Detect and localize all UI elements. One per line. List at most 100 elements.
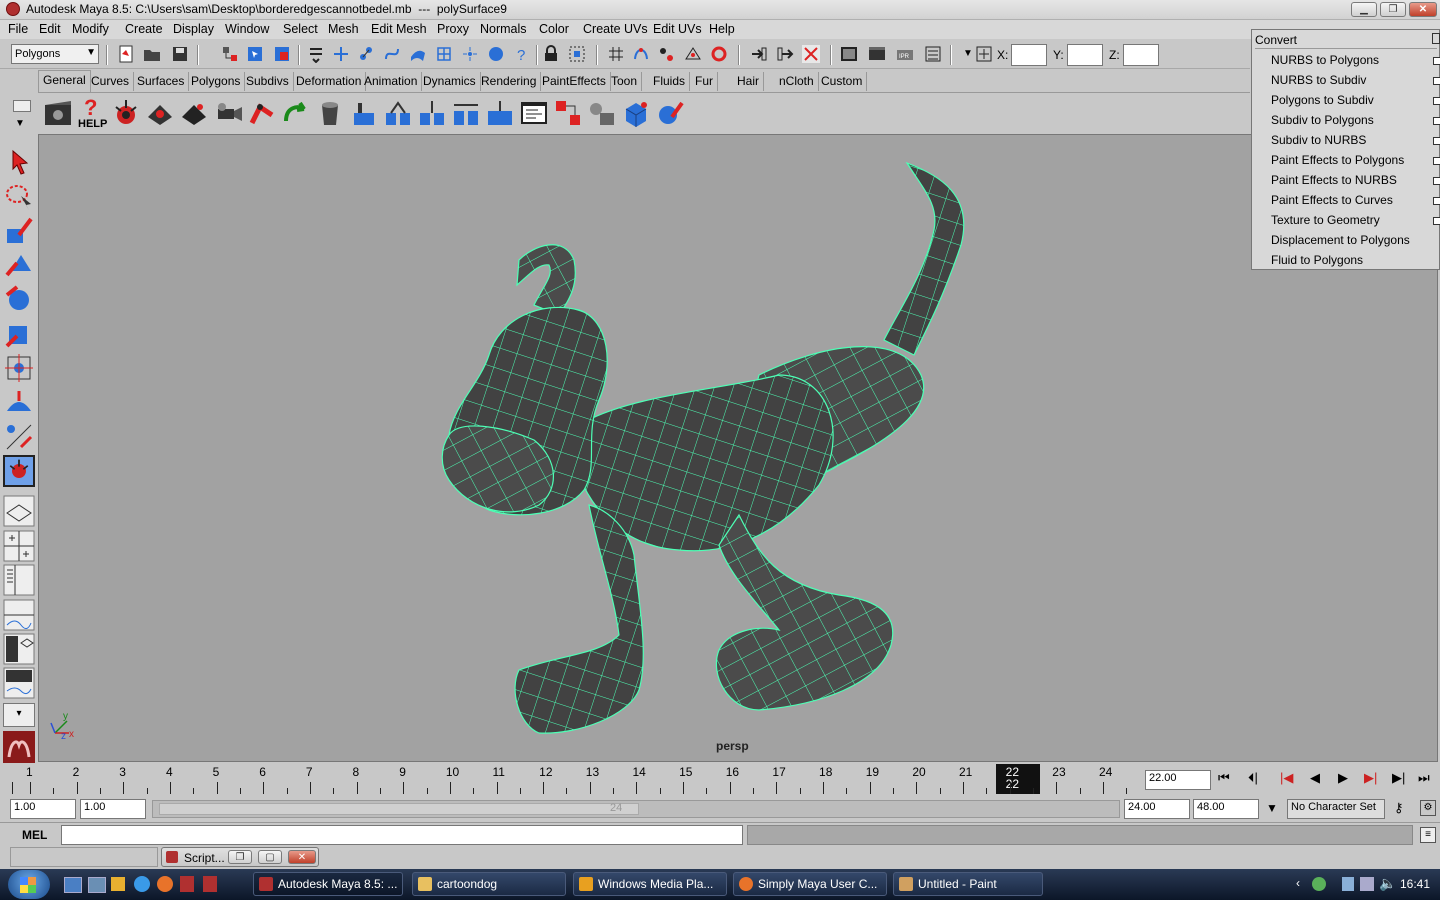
option-box-icon[interactable] — [1433, 157, 1440, 165]
bucket-icon[interactable] — [314, 97, 346, 129]
blend-shape-icon[interactable] — [484, 97, 516, 129]
viewport-canvas[interactable]: y z x — [39, 135, 1438, 762]
playback-end-field[interactable]: 24.00 — [1124, 799, 1190, 819]
maximize-button[interactable]: ▢ — [258, 850, 282, 864]
new-scene-icon[interactable] — [117, 45, 135, 63]
cluster-icon[interactable] — [450, 97, 482, 129]
paint-brush-icon[interactable] — [654, 97, 686, 129]
range-slider[interactable]: 24 — [152, 800, 1120, 818]
menu-window[interactable]: Window — [225, 22, 269, 36]
particle-tool-icon[interactable] — [144, 97, 176, 129]
redo-arrow-icon[interactable] — [280, 97, 312, 129]
hypershade-icon[interactable] — [552, 97, 584, 129]
emitter-icon[interactable] — [178, 97, 210, 129]
menu-item-fluid-to-polygons[interactable]: Fluid to Polygons — [1271, 253, 1363, 267]
play-backwards-icon[interactable]: ◀ — [1310, 770, 1320, 786]
shelf-tab-deformation[interactable]: Deformation — [292, 72, 367, 91]
restore-button[interactable]: ❐ — [228, 850, 252, 864]
dog-mesh[interactable] — [441, 161, 965, 734]
z-coord-field[interactable] — [1123, 44, 1159, 66]
move-tool-icon[interactable] — [3, 249, 35, 281]
transform-input-icon[interactable] — [975, 45, 993, 63]
option-box-icon[interactable] — [1433, 197, 1440, 205]
save-scene-icon[interactable] — [171, 45, 189, 63]
menu-create[interactable]: Create — [125, 22, 163, 36]
maya-quicklaunch-icon[interactable] — [180, 876, 194, 892]
open-scene-icon[interactable] — [143, 45, 161, 63]
option-box-icon[interactable] — [1433, 77, 1440, 85]
start-time-field[interactable]: 1.00 — [10, 799, 76, 819]
help-button[interactable]: ? HELP — [76, 95, 110, 131]
minimize-button[interactable]: ▁ — [1351, 2, 1377, 17]
menu-normals[interactable]: Normals — [480, 22, 527, 36]
tray-monitor-icon[interactable] — [1360, 877, 1374, 891]
close-icon[interactable] — [1432, 33, 1440, 44]
character-set-field[interactable]: No Character Set — [1287, 799, 1385, 819]
shelf-tab-ncloth[interactable]: nCloth — [775, 72, 819, 91]
highlight-selection-icon[interactable] — [568, 45, 586, 63]
select-surfaces-icon[interactable] — [409, 45, 427, 63]
viewport-persp[interactable]: y z x persp — [38, 134, 1438, 762]
shelf-tab-general[interactable]: General — [38, 70, 91, 92]
ik-handle-icon[interactable] — [246, 97, 278, 129]
menu-item-paint-effects-to-nurbs[interactable]: Paint Effects to NURBS — [1271, 173, 1397, 187]
render-current-frame-icon[interactable] — [868, 45, 886, 63]
single-perspective-layout-icon[interactable] — [3, 495, 35, 527]
script-editor-icon[interactable]: ≡ — [1420, 827, 1436, 843]
task-paint[interactable]: Untitled - Paint — [893, 872, 1043, 896]
script-editor-icon[interactable] — [518, 97, 550, 129]
persp-outliner-layout-icon[interactable] — [3, 564, 35, 596]
network-icon[interactable] — [1312, 877, 1326, 891]
last-tool-used-icon[interactable] — [3, 455, 35, 487]
select-object-icon[interactable] — [246, 45, 264, 63]
tray-expand-icon[interactable]: ‹ — [1296, 876, 1300, 890]
filter-dropdown-icon[interactable] — [307, 45, 325, 63]
menu-select[interactable]: Select — [283, 22, 318, 36]
select-dynamics-icon[interactable] — [461, 45, 479, 63]
clock[interactable]: 16:41 — [1400, 877, 1430, 891]
dynamics-icon[interactable] — [110, 97, 142, 129]
shelf-tab-curves[interactable]: Curves — [87, 72, 135, 91]
output-connections-icon[interactable] — [776, 45, 794, 63]
select-curves-icon[interactable] — [383, 45, 401, 63]
chevron-down-icon[interactable]: ▼ — [15, 118, 25, 129]
option-box-icon[interactable] — [1433, 117, 1440, 125]
scale-tool-icon[interactable] — [3, 318, 35, 350]
select-tool-icon[interactable] — [3, 146, 35, 178]
y-coord-field[interactable] — [1067, 44, 1103, 66]
time-slider[interactable]: 1 2 3 4 5 6 7 8 9 10 11 12 13 14 15 16 17 18 19 20 21 22 22 23 2… — [0, 764, 1440, 796]
go-to-end-icon[interactable]: ⏭ — [1418, 770, 1430, 786]
layout-dropdown-button[interactable]: ▾ — [3, 703, 35, 727]
minimized-script-window[interactable]: Script... ❐ ▢ ✕ — [161, 847, 319, 867]
menu-set-dropdown[interactable]: Polygons ▼ — [11, 44, 99, 64]
shelf-tab-hair[interactable]: Hair — [733, 72, 765, 91]
step-forward-key-icon[interactable]: ▶| — [1364, 770, 1377, 786]
maximize-button[interactable]: ❐ — [1380, 2, 1406, 17]
snap-curve-icon[interactable] — [632, 45, 650, 63]
lattice-icon[interactable] — [416, 97, 448, 129]
four-view-layout-icon[interactable] — [3, 530, 35, 562]
close-button[interactable]: ✕ — [1409, 2, 1437, 17]
make-live-icon[interactable] — [710, 45, 728, 63]
select-hierarchy-icon[interactable] — [221, 45, 239, 63]
shelf-tab-rendering[interactable]: Rendering — [477, 72, 542, 91]
select-misc-icon[interactable]: ? — [513, 45, 531, 63]
time-ruler[interactable]: 1 2 3 4 5 6 7 8 9 10 11 12 13 14 15 16 17 18 19 20 21 22 22 23 2… — [0, 764, 1140, 796]
soft-modification-icon[interactable] — [3, 387, 35, 419]
menu-item-subdiv-to-nurbs[interactable]: Subdiv to NURBS — [1271, 133, 1366, 147]
playback-start-field[interactable]: 1.00 — [80, 799, 146, 819]
menu-item-nurbs-to-polygons[interactable]: NURBS to Polygons — [1271, 53, 1379, 67]
input-connections-icon[interactable] — [750, 45, 768, 63]
hypershade-persp-layout-icon[interactable] — [3, 633, 35, 665]
persp-graph-layout-icon[interactable] — [3, 599, 35, 631]
task-windows-media-player[interactable]: Windows Media Pla... — [573, 872, 727, 896]
snap-point-icon[interactable] — [657, 45, 675, 63]
render-globals-icon[interactable] — [924, 45, 942, 63]
persp-trax-layout-icon[interactable] — [3, 667, 35, 699]
menu-item-paint-effects-to-polygons[interactable]: Paint Effects to Polygons — [1271, 153, 1404, 167]
firefox-quicklaunch-icon[interactable] — [157, 876, 173, 892]
menu-item-subdiv-to-polygons[interactable]: Subdiv to Polygons — [1271, 113, 1374, 127]
lock-selection-icon[interactable] — [542, 45, 560, 63]
shelf-tab-surfaces[interactable]: Surfaces — [133, 72, 190, 91]
lasso-tool-icon[interactable] — [3, 180, 35, 212]
